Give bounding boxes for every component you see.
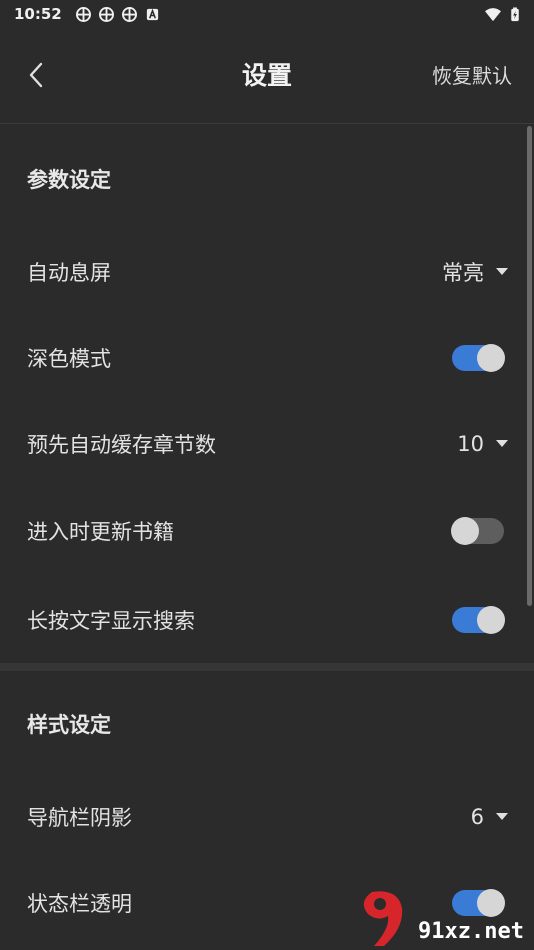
toggle-knob xyxy=(477,344,505,372)
setting-label: 导航栏阴影 xyxy=(27,806,132,830)
status-bar-left: 10:52 xyxy=(14,5,160,23)
app-notification-icon xyxy=(98,6,114,22)
setting-label: 自动息屏 xyxy=(27,261,111,285)
setting-value[interactable]: 10 xyxy=(457,432,484,456)
section-divider xyxy=(0,663,534,671)
longpress-search-toggle[interactable] xyxy=(452,606,505,634)
setting-label: 进入时更新书籍 xyxy=(27,520,174,544)
setting-label: 状态栏透明 xyxy=(27,892,132,916)
app-notification-icon xyxy=(75,6,91,22)
setting-row-auto-screen-off[interactable]: 自动息屏 常亮 xyxy=(0,242,534,302)
status-bar-right xyxy=(484,6,520,22)
setting-row-navbar-shadow[interactable]: 导航栏阴影 6 xyxy=(0,787,534,847)
a-badge-icon xyxy=(146,8,158,20)
update-books-toggle[interactable] xyxy=(451,517,504,545)
setting-value[interactable]: 常亮 xyxy=(442,257,484,287)
watermark-logo-icon xyxy=(363,891,403,946)
setting-row-dark-mode[interactable]: 深色模式 xyxy=(0,328,534,388)
dropdown-arrow-icon[interactable] xyxy=(496,268,508,276)
dropdown-arrow-icon[interactable] xyxy=(496,440,508,448)
app-notification-icon xyxy=(121,6,137,22)
watermark: 91xz.net xyxy=(358,886,530,948)
dark-mode-toggle[interactable] xyxy=(452,344,505,372)
setting-row-longpress-search[interactable]: 长按文字显示搜索 xyxy=(0,590,534,650)
dropdown-arrow-icon[interactable] xyxy=(496,813,508,821)
restore-defaults-button[interactable]: 恢复默认 xyxy=(432,60,512,89)
setting-row-update-on-enter[interactable]: 进入时更新书籍 xyxy=(0,501,534,561)
status-time: 10:52 xyxy=(14,5,62,23)
setting-label: 深色模式 xyxy=(27,347,111,371)
setting-row-precache-chapters[interactable]: 预先自动缓存章节数 10 xyxy=(0,414,534,474)
section-title-params: 参数设定 xyxy=(27,168,111,192)
setting-label: 预先自动缓存章节数 xyxy=(27,433,216,457)
status-bar: 10:52 xyxy=(0,0,534,28)
app-bar: 设置 恢复默认 xyxy=(0,28,534,124)
setting-label: 长按文字显示搜索 xyxy=(27,609,195,633)
battery-charging-icon xyxy=(511,6,519,21)
watermark-text: 91xz.net xyxy=(418,919,524,944)
toggle-knob xyxy=(451,517,479,545)
section-title-style: 样式设定 xyxy=(27,713,111,737)
toggle-knob xyxy=(477,606,505,634)
setting-value[interactable]: 6 xyxy=(471,805,484,829)
wifi-icon xyxy=(485,7,501,21)
